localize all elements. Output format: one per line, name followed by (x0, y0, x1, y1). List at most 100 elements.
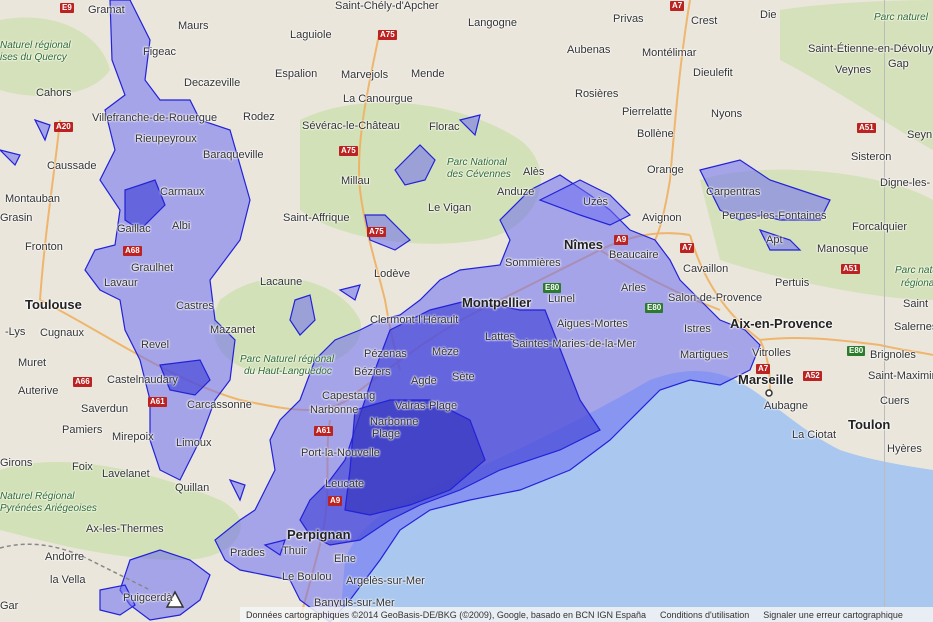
place-label: Toulon (848, 417, 891, 432)
place-label: Carmaux (160, 186, 205, 198)
place-label: Martigues (680, 349, 729, 361)
place-label: Quillan (175, 482, 210, 494)
place-label: la Vella (50, 574, 86, 586)
place-label: Maurs (178, 20, 209, 32)
report-map-error-link[interactable]: Signaler une erreur cartographique (763, 610, 903, 620)
place-label: Decazeville (184, 77, 241, 89)
place-label: Lattes (485, 331, 515, 343)
place-label: Uzès (583, 196, 609, 208)
place-label: Castres (176, 300, 214, 312)
place-label: Florac (429, 121, 460, 133)
place-label: Leucate (325, 478, 365, 490)
place-label: Narbonne (370, 416, 419, 428)
place-label: Privas (613, 13, 644, 25)
place-label: Vitrolles (752, 347, 791, 359)
place-label: Nîmes (564, 237, 604, 252)
place-label: Lavelanet (102, 468, 150, 480)
road-shield: A75 (378, 30, 397, 40)
place-label: Fronton (25, 241, 63, 253)
place-label: Rodez (243, 111, 275, 123)
place-label: Albi (172, 220, 191, 232)
place-label: Agde (411, 375, 437, 387)
place-label: Gramat (88, 4, 125, 16)
place-label: Lacaune (260, 276, 303, 288)
place-label: Seyn (907, 129, 933, 141)
road-shield: A68 (123, 246, 142, 256)
place-label: Muret (18, 357, 47, 369)
road-shield: A75 (367, 227, 386, 237)
place-label: Thuir (282, 545, 308, 557)
place-label: Mèze (432, 346, 459, 358)
place-label: Saint-Maximin (868, 370, 933, 382)
place-label: Avignon (642, 212, 682, 224)
place-label: Alès (523, 166, 545, 178)
place-label: Puigcerdà (123, 592, 173, 604)
place-label: Argelès-sur-Mer (346, 575, 425, 587)
place-label: Grasin (0, 212, 33, 224)
place-label: Narbonne (310, 404, 359, 416)
road-shield: A7 (756, 364, 771, 374)
place-label: Saverdun (81, 403, 129, 415)
place-label: Sévérac-le-Château (302, 120, 400, 132)
place-label: Marvejols (341, 69, 389, 81)
place-label: Baraqueville (203, 149, 264, 161)
place-label: Langogne (468, 17, 517, 29)
place-label: Millau (341, 175, 370, 187)
place-label: Carpentras (706, 186, 761, 198)
place-label: Aigues-Mortes (557, 318, 628, 330)
place-label: -Lys (5, 326, 26, 338)
place-label: Dieulefit (693, 67, 733, 79)
place-label: Lodève (374, 268, 411, 280)
place-label: des Cévennes (447, 169, 511, 180)
place-label: Revel (141, 339, 170, 351)
place-label: Nyons (711, 108, 743, 120)
place-label: Veynes (835, 64, 872, 76)
road-shield: A66 (73, 377, 92, 387)
place-label: Pierrelatte (622, 106, 673, 118)
road-shield: A7 (670, 1, 685, 11)
road-shield: E80 (847, 346, 866, 356)
place-label: Cahors (36, 87, 72, 99)
place-label: Villefranche-de-Rouergue (92, 112, 218, 124)
place-label: Sète (452, 371, 475, 383)
place-label: Espalion (275, 68, 318, 80)
place-label: La Ciotat (792, 429, 837, 441)
road-shield: A51 (841, 264, 860, 274)
place-label: Saint (903, 298, 929, 310)
place-label: Saint-Étienne-en-Dévoluy (808, 43, 933, 55)
place-label: Naturel Régional (0, 491, 75, 502)
road-shield: A75 (339, 146, 358, 156)
place-label: Foix (72, 461, 93, 473)
place-label: Beaucaire (609, 249, 659, 261)
place-label: Toulouse (25, 297, 82, 312)
place-label: Limoux (176, 437, 212, 449)
place-label: Laguiole (290, 29, 332, 41)
place-label: Carcassonne (187, 399, 252, 411)
place-label: Marseille (738, 372, 794, 387)
place-label: Gaillac (117, 223, 151, 235)
place-label: Andorre (45, 551, 85, 563)
place-label: Gar (0, 600, 19, 612)
place-label: Pernes-les-Fontaines (722, 210, 827, 222)
place-label: Hyères (887, 443, 922, 455)
place-label: Sommières (505, 257, 561, 269)
map-view[interactable]: Gramat Maurs Saint-Chély-d'Apcher Langogne P… (0, 0, 933, 622)
place-label: Girons (0, 457, 33, 469)
road-shield: A51 (857, 123, 876, 133)
road-shield: A20 (54, 122, 73, 132)
place-label: Mende (411, 68, 445, 80)
terms-of-use-link[interactable]: Conditions d'utilisation (660, 610, 749, 620)
place-label: Port-la-Nouvelle (301, 447, 380, 459)
place-label: Figeac (143, 46, 177, 58)
place-label: Mirepoix (112, 431, 154, 443)
place-label: Valras-Plage (395, 400, 458, 412)
place-label: Pyrénées Ariégeoises (0, 503, 97, 514)
place-label: Auterive (18, 385, 59, 397)
place-label: Cugnaux (40, 327, 85, 339)
road-shield: A7 (680, 243, 695, 253)
place-label: Saint-Affrique (283, 212, 350, 224)
map-footer: Données cartographiques ©2014 GeoBasis-D… (240, 607, 933, 622)
road-shield: A61 (314, 426, 333, 436)
place-label: Anduze (497, 186, 535, 198)
road-shield: E9 (60, 3, 74, 13)
